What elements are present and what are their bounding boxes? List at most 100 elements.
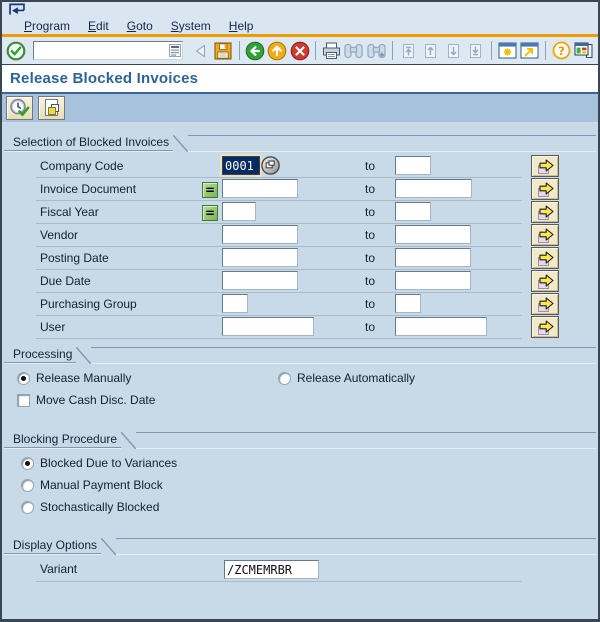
blocking-options: Blocked Due to Variances Manual Payment B… [4,452,596,518]
field-label: Variant [40,562,78,576]
multiple-selection-button[interactable] [531,201,559,223]
toolbar-separator [544,41,546,60]
cancel-button[interactable] [289,39,312,63]
back-icon [245,41,265,61]
from-field-wrap [222,317,314,336]
command-input[interactable] [35,43,169,58]
radio-release-manually[interactable]: Release Manually [17,371,131,385]
multiple-selection-button[interactable] [531,316,559,338]
execute-button[interactable] [6,96,33,120]
equals-selection-icon[interactable]: = [202,181,220,198]
group-header: Display Options [4,537,596,555]
standard-toolbar: ? [2,37,598,65]
posting-date-from-input[interactable] [222,248,298,267]
blocking-radio-row: Blocked Due to Variances [4,452,596,474]
back-button[interactable] [244,39,267,63]
menu-help[interactable]: Help [220,18,263,34]
svg-text:?: ? [558,44,565,58]
from-field-wrap [222,271,298,290]
checkbox-label: Move Cash Disc. Date [36,393,156,407]
group-tab-diagonal [121,431,137,449]
company-code-from-input[interactable] [222,156,260,175]
toolbar-separator [315,41,317,60]
user-from-input[interactable] [222,317,314,336]
get-variant-button[interactable] [38,96,65,120]
menu-bar: Program Edit Goto System Help [2,17,598,34]
invoice-document-to-input[interactable] [395,179,472,198]
due-date-to-input[interactable] [395,271,471,290]
fiscal-year-to-input[interactable] [395,202,431,221]
multiple-selection-button[interactable] [531,270,559,292]
from-field-wrap [222,225,298,244]
due-date-from-input[interactable] [222,271,298,290]
purchasing-group-to-input[interactable] [395,294,421,313]
user-to-input[interactable] [395,317,487,336]
multiple-selection-button[interactable] [531,247,559,269]
radio-icon [21,478,34,492]
fiscal-year-from-input[interactable] [222,202,256,221]
radio-release-automatically[interactable]: Release Automatically [278,371,415,385]
window-top-strip [2,2,598,17]
exit-button[interactable] [266,39,289,63]
help-icon: ? [552,41,571,60]
selection-row-user: User to [4,316,596,339]
menu-goto[interactable]: Goto [118,18,162,34]
vendor-to-input[interactable] [395,225,471,244]
previous-page-button [419,39,442,63]
find-icon [344,43,364,59]
print-icon [322,42,341,60]
print-button[interactable] [320,39,343,63]
screen-icon[interactable] [7,3,27,16]
help-button[interactable]: ? [550,39,573,63]
radio-blocked-due-to-variances[interactable]: Blocked Due to Variances [21,456,177,470]
posting-date-to-input[interactable] [395,248,471,267]
to-label: to [365,274,376,288]
equals-selection-icon[interactable]: = [202,204,220,221]
variant-input[interactable] [224,560,319,579]
multiple-selection-button[interactable] [531,293,559,315]
toolbar-separator [391,41,393,60]
field-label: Due Date [40,274,91,288]
group-title: Processing [4,346,77,363]
multiple-selection-button[interactable] [531,155,559,177]
multiple-selection-button[interactable] [531,224,559,246]
company-code-to-input[interactable] [395,156,431,175]
from-field-wrap [222,179,298,198]
multi-select-icon [536,296,555,313]
radio-label: Manual Payment Block [40,478,163,492]
customize-layout-button[interactable] [573,39,596,63]
sap-window: Program Edit Goto System Help ? Release Bloc… [0,0,600,622]
radio-stochastically-blocked[interactable]: Stochastically Blocked [21,500,159,514]
group-tab-diagonal [101,537,117,555]
invoice-document-from-input[interactable] [222,179,298,198]
checkbox-move-cash-disc-date[interactable]: Move Cash Disc. Date [17,393,155,407]
group-top-line [91,347,596,363]
menu-system[interactable]: System [162,18,220,34]
vendor-from-input[interactable] [222,225,298,244]
collapse-command-field-button[interactable] [190,39,213,63]
purchasing-group-from-input[interactable] [222,294,248,313]
new-session-button[interactable] [496,39,519,63]
page-title: Release Blocked Invoices [10,70,199,87]
matchcode-button[interactable] [261,156,280,175]
exit-icon [267,41,287,61]
from-field-wrap [222,202,256,221]
group-title: Display Options [4,537,102,554]
icon-slot [202,227,220,244]
radio-manual-payment-block[interactable]: Manual Payment Block [21,478,163,492]
enter-button[interactable] [5,39,28,63]
next-page-icon [446,43,461,59]
multiple-selection-button[interactable] [531,178,559,200]
last-page-icon [468,43,483,59]
menu-program[interactable]: Program [15,18,79,34]
create-shortcut-button[interactable] [518,39,541,63]
menu-edit[interactable]: Edit [79,18,118,34]
next-page-button [442,39,465,63]
group-title: Selection of Blocked Invoices [4,134,174,151]
group-title: Blocking Procedure [4,431,122,448]
icon-slot [202,273,220,290]
multi-select-icon [536,319,555,336]
save-button[interactable] [212,39,235,63]
field-label: Posting Date [40,251,109,265]
group-blocking-procedure: Blocking Procedure Blocked Due to Varian… [4,431,596,518]
